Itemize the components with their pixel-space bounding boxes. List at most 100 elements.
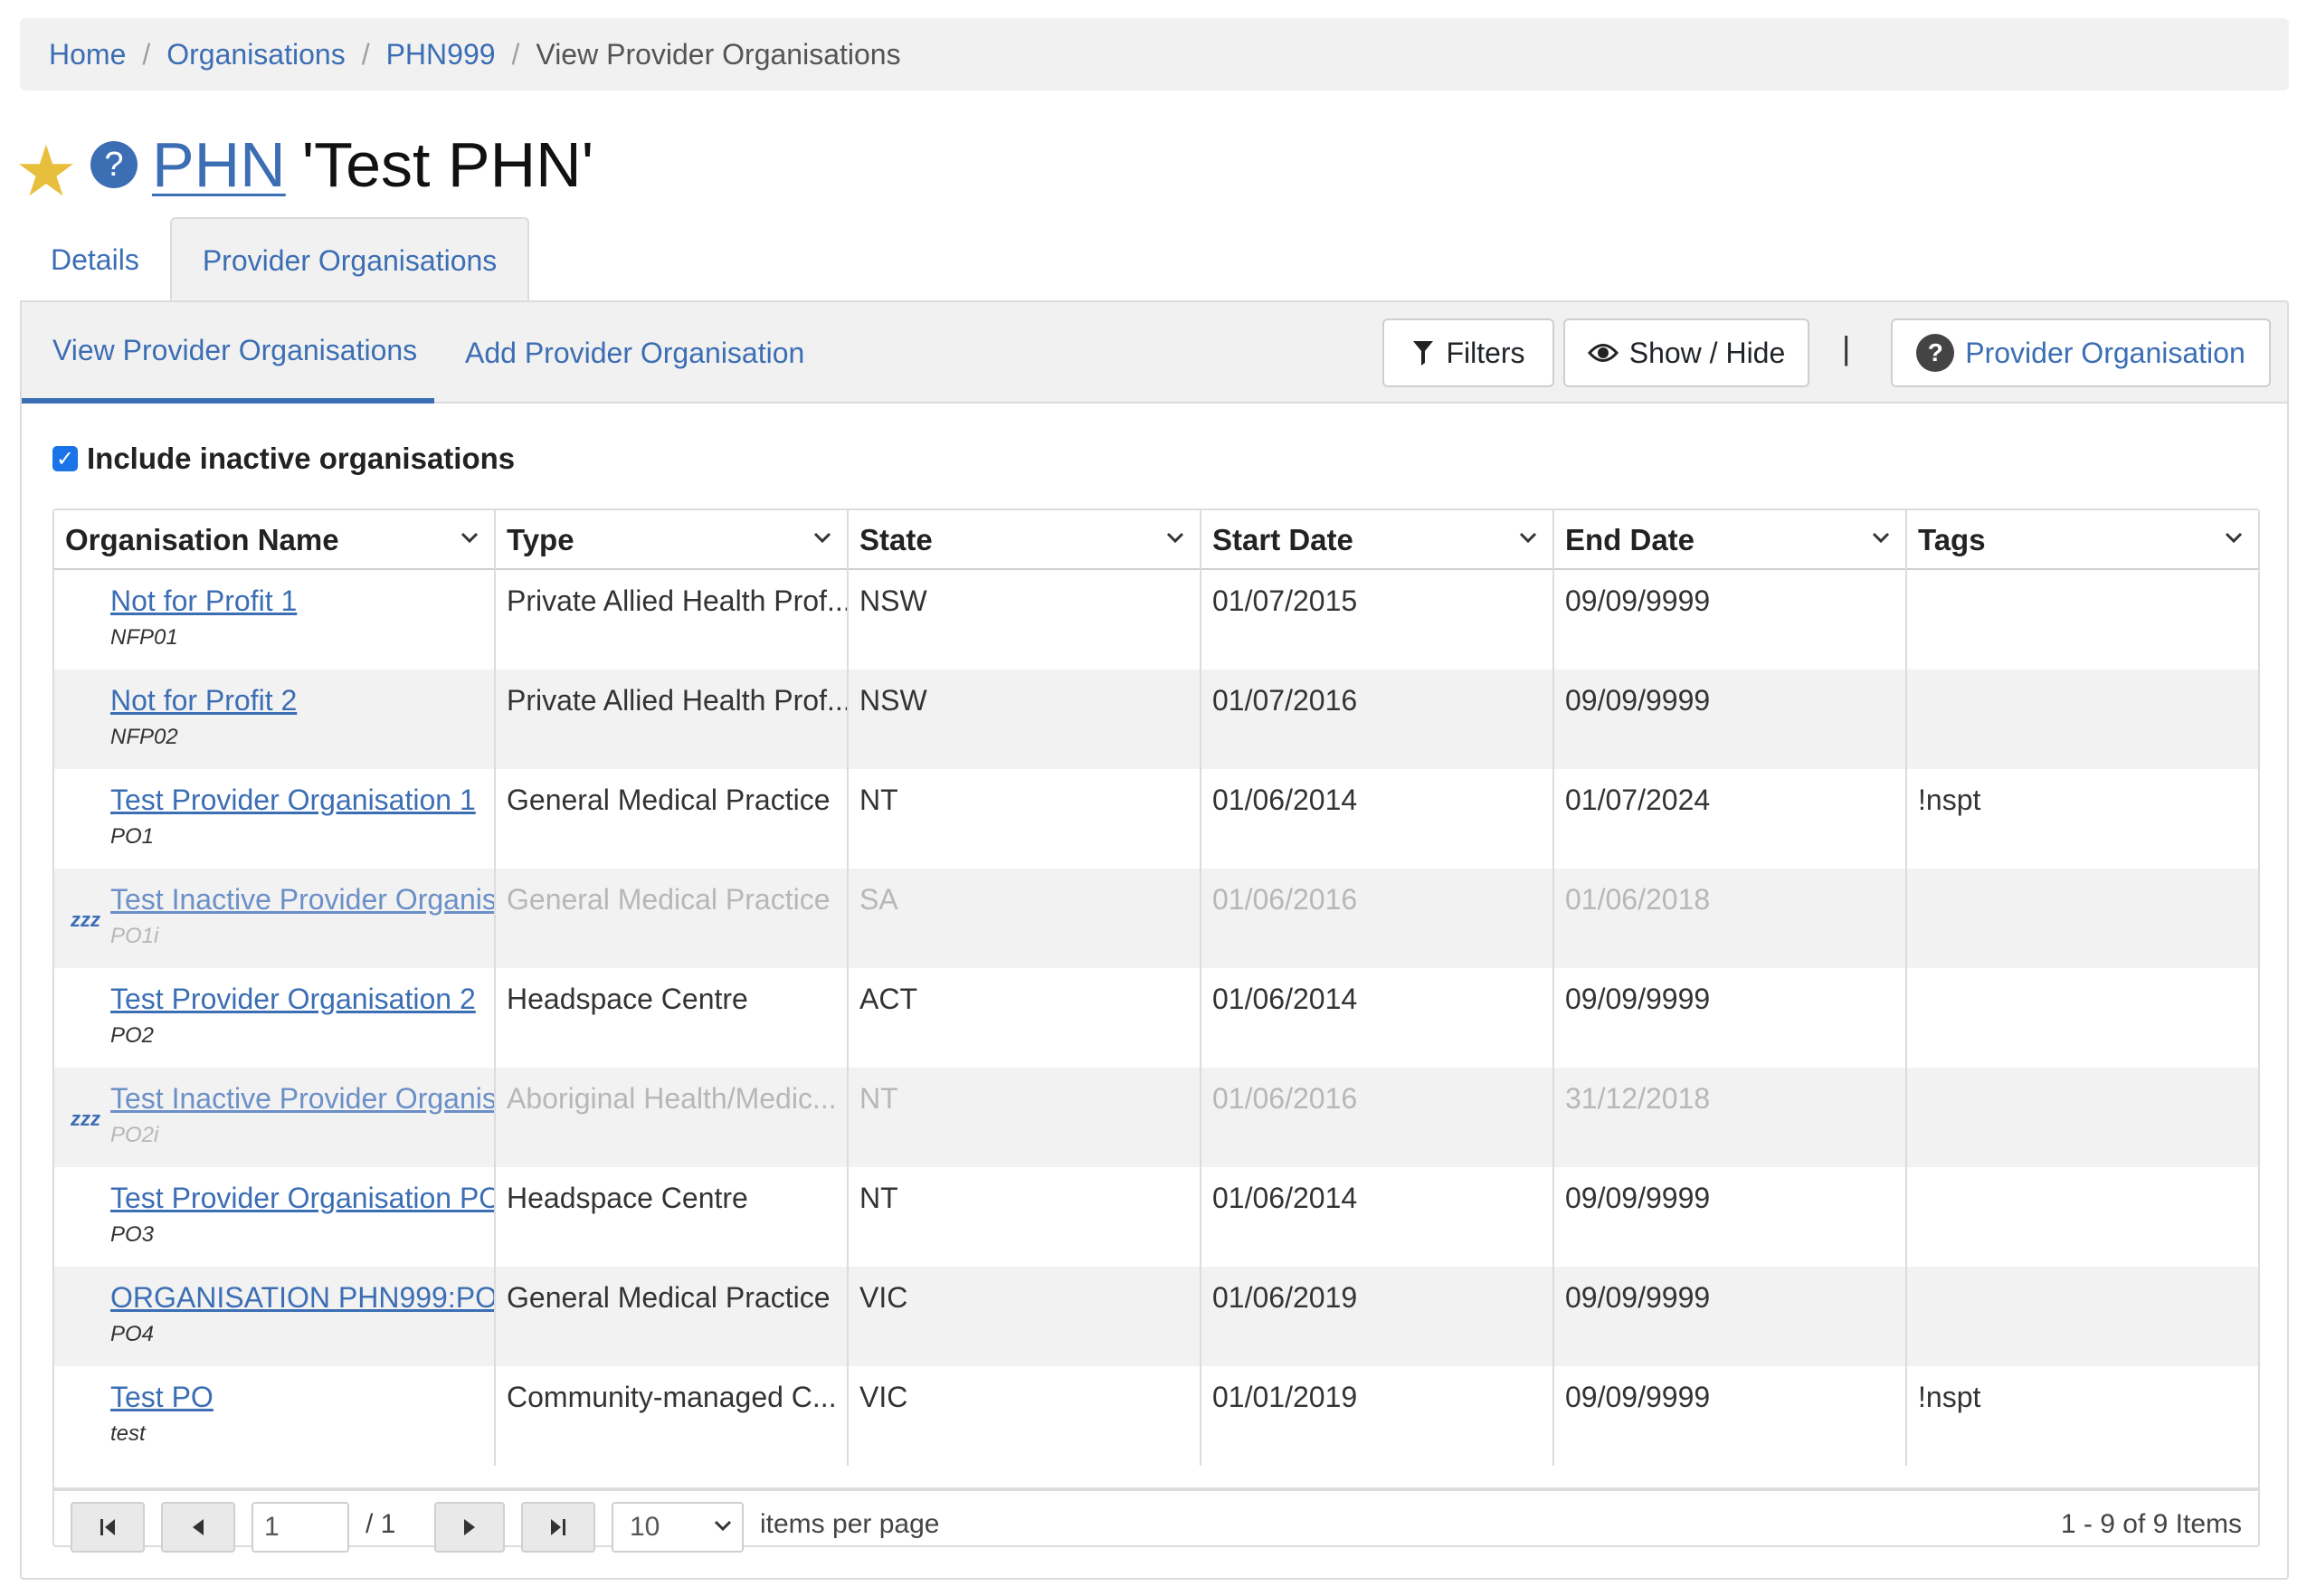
column-header-tags[interactable]: Tags bbox=[1907, 510, 2258, 570]
cell-organisation-name: Not for Profit 1 NFP01 bbox=[54, 570, 496, 670]
column-header-start-date[interactable]: Start Date bbox=[1201, 510, 1554, 570]
cell-type: Private Allied Health Prof... bbox=[496, 570, 849, 670]
include-inactive-toggle[interactable]: ✓ Include inactive organisations bbox=[52, 442, 515, 476]
help-button-label: Provider Organisation bbox=[1965, 336, 2245, 369]
sub-tab-bar: View Provider Organisations Add Provider… bbox=[22, 302, 2287, 404]
chevron-down-icon[interactable] bbox=[460, 530, 479, 545]
cell-type: Headspace Centre bbox=[496, 1167, 849, 1267]
chevron-down-icon[interactable] bbox=[1518, 530, 1538, 545]
column-header-state[interactable]: State bbox=[849, 510, 1201, 570]
cell-organisation-name: ORGANISATION PHN999:PO4 PO4 bbox=[54, 1267, 496, 1366]
include-inactive-checkbox[interactable]: ✓ bbox=[52, 446, 78, 471]
grid-header: Organisation Name Type State Start Date … bbox=[54, 510, 2258, 570]
breadcrumb-organisations[interactable]: Organisations bbox=[166, 38, 345, 71]
title-phn-link[interactable]: PHN bbox=[152, 128, 286, 201]
organisation-code: test bbox=[110, 1421, 146, 1446]
cell-start-date: 01/06/2019 bbox=[1201, 1267, 1554, 1366]
table-row: Test Provider Organisation 1 PO1 General … bbox=[54, 769, 2258, 869]
table-row: Test PO test Community-managed C... VIC 0… bbox=[54, 1366, 2258, 1466]
filters-button[interactable]: Filters bbox=[1382, 318, 1554, 387]
help-icon[interactable]: ? bbox=[90, 141, 138, 188]
cell-state: NT bbox=[849, 1167, 1201, 1267]
organisation-code: PO2i bbox=[110, 1123, 159, 1147]
cell-state: NSW bbox=[849, 570, 1201, 670]
cell-state: ACT bbox=[849, 968, 1201, 1068]
cell-tags bbox=[1907, 968, 2258, 1068]
cell-end-date: 09/09/9999 bbox=[1554, 1167, 1907, 1267]
column-header-label: Start Date bbox=[1212, 523, 1353, 556]
breadcrumb-home[interactable]: Home bbox=[49, 38, 126, 71]
cell-tags bbox=[1907, 1267, 2258, 1366]
organisation-link[interactable]: Test Provider Organisation 2 bbox=[65, 983, 494, 1016]
cell-tags: !nspt bbox=[1918, 784, 1981, 816]
cell-end-date: 31/12/2018 bbox=[1554, 1068, 1907, 1167]
table-row: zzz Test Inactive Provider Organis PO2i Ab… bbox=[54, 1068, 2258, 1167]
cell-tags bbox=[1907, 869, 2258, 968]
provider-organisation-help-button[interactable]: ? Provider Organisation bbox=[1891, 318, 2271, 387]
sleep-icon: zzz bbox=[71, 1107, 100, 1130]
organisation-link[interactable]: Test Provider Organisation 1 bbox=[65, 784, 494, 817]
cell-end-date: 01/07/2024 bbox=[1554, 769, 1907, 869]
subtab-add-provider-organisation[interactable]: Add Provider Organisation bbox=[465, 302, 804, 404]
cell-type: Private Allied Health Prof... bbox=[496, 670, 849, 769]
pager-summary: 1 - 9 of 9 Items bbox=[2060, 1509, 2242, 1539]
page-size-value: 10 bbox=[630, 1512, 660, 1542]
cell-state: NT bbox=[849, 1068, 1201, 1167]
chevron-down-icon[interactable] bbox=[1165, 530, 1185, 545]
cell-type: Headspace Centre bbox=[496, 968, 849, 1068]
organisation-link[interactable]: Test Provider Organisation PO bbox=[65, 1182, 494, 1215]
eye-icon bbox=[1587, 344, 1619, 362]
cell-start-date: 01/07/2016 bbox=[1201, 670, 1554, 769]
subtab-view-provider-organisations[interactable]: View Provider Organisations bbox=[22, 302, 434, 404]
toolbar-divider: | bbox=[1842, 329, 1851, 366]
star-icon[interactable]: ★ bbox=[14, 136, 78, 206]
organisations-grid: Organisation Name Type State Start Date … bbox=[52, 508, 2260, 1553]
table-row: Test Provider Organisation PO PO3 Headspa… bbox=[54, 1167, 2258, 1267]
show-hide-button-label: Show / Hide bbox=[1628, 336, 1786, 369]
show-hide-button[interactable]: Show / Hide bbox=[1563, 318, 1809, 387]
organisation-link[interactable]: ORGANISATION PHN999:PO4 bbox=[65, 1281, 494, 1315]
page-number-input[interactable]: 1 bbox=[252, 1502, 349, 1553]
next-page-icon bbox=[464, 1519, 475, 1535]
column-header-label: Tags bbox=[1918, 523, 1986, 556]
prev-page-icon bbox=[193, 1519, 204, 1535]
cell-state: NSW bbox=[849, 670, 1201, 769]
cell-organisation-name: Test PO test bbox=[54, 1366, 496, 1466]
cell-tags bbox=[1907, 1068, 2258, 1167]
cell-start-date: 01/06/2016 bbox=[1201, 1068, 1554, 1167]
cell-type: General Medical Practice bbox=[496, 869, 849, 968]
tab-details[interactable]: Details bbox=[20, 217, 170, 302]
column-header-type[interactable]: Type bbox=[496, 510, 849, 570]
organisation-link[interactable]: Test Inactive Provider Organis bbox=[65, 1082, 494, 1116]
organisation-link[interactable]: Test Inactive Provider Organis bbox=[65, 883, 494, 917]
column-header-label: End Date bbox=[1565, 523, 1695, 556]
cell-start-date: 01/06/2014 bbox=[1201, 1167, 1554, 1267]
chevron-down-icon[interactable] bbox=[1871, 530, 1891, 545]
column-header-label: Type bbox=[507, 523, 574, 556]
breadcrumb-separator: / bbox=[142, 37, 151, 71]
breadcrumb-separator: / bbox=[361, 37, 370, 71]
page-size-select[interactable]: 10 bbox=[612, 1502, 744, 1553]
organisation-link[interactable]: Not for Profit 2 bbox=[65, 684, 494, 717]
tab-provider-organisations[interactable]: Provider Organisations bbox=[169, 217, 530, 302]
cell-organisation-name: zzz Test Inactive Provider Organis PO1i bbox=[54, 869, 496, 968]
column-header-label: Organisation Name bbox=[65, 523, 339, 556]
page-title: ★ ? PHN 'Test PHN' bbox=[14, 119, 593, 210]
last-page-button[interactable] bbox=[521, 1502, 595, 1553]
first-page-button[interactable] bbox=[71, 1502, 145, 1553]
column-header-organisation-name[interactable]: Organisation Name bbox=[54, 510, 496, 570]
cell-end-date: 09/09/9999 bbox=[1554, 1366, 1907, 1466]
breadcrumb-phn[interactable]: PHN999 bbox=[386, 38, 496, 71]
next-page-button[interactable] bbox=[434, 1502, 505, 1553]
grid-pager: 1 / 1 10 items per page 1 - 9 of 9 Items bbox=[54, 1487, 2258, 1553]
organisation-link[interactable]: Test PO bbox=[65, 1381, 494, 1414]
organisation-code: PO2 bbox=[110, 1023, 155, 1048]
organisation-link[interactable]: Not for Profit 1 bbox=[65, 584, 494, 618]
prev-page-button[interactable] bbox=[161, 1502, 235, 1553]
column-header-end-date[interactable]: End Date bbox=[1554, 510, 1907, 570]
chevron-down-icon[interactable] bbox=[2224, 530, 2244, 545]
cell-start-date: 01/01/2019 bbox=[1201, 1366, 1554, 1466]
table-row: Not for Profit 2 NFP02 Private Allied Hea… bbox=[54, 670, 2258, 769]
chevron-down-icon bbox=[714, 1520, 732, 1532]
chevron-down-icon[interactable] bbox=[812, 530, 832, 545]
